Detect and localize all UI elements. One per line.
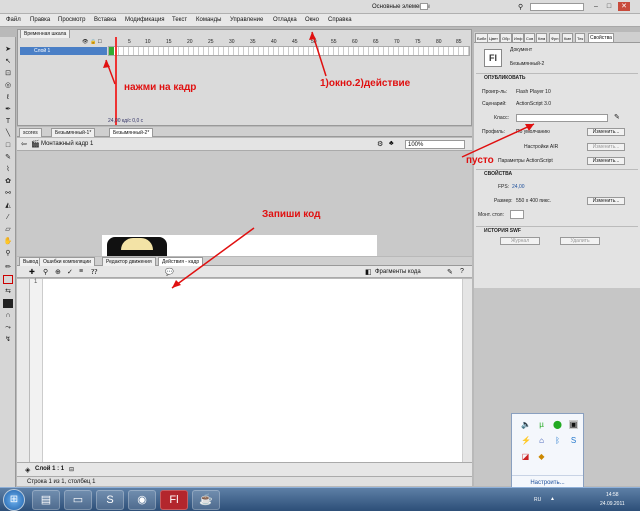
arrowhead (103, 60, 110, 68)
annotation-write-code: Запиши код (262, 209, 321, 220)
annotation-window-action: 1)окно.2)действие (320, 78, 411, 89)
arrowhead (172, 280, 181, 288)
annotation-empty: пусто (466, 155, 494, 166)
arrow-to-class-field (461, 123, 535, 158)
arrow-to-code-editor (171, 227, 255, 289)
arrowhead (309, 32, 316, 40)
annotation-click-frame: нажми на кадр (124, 82, 197, 93)
annotation-arrows (103, 31, 535, 289)
